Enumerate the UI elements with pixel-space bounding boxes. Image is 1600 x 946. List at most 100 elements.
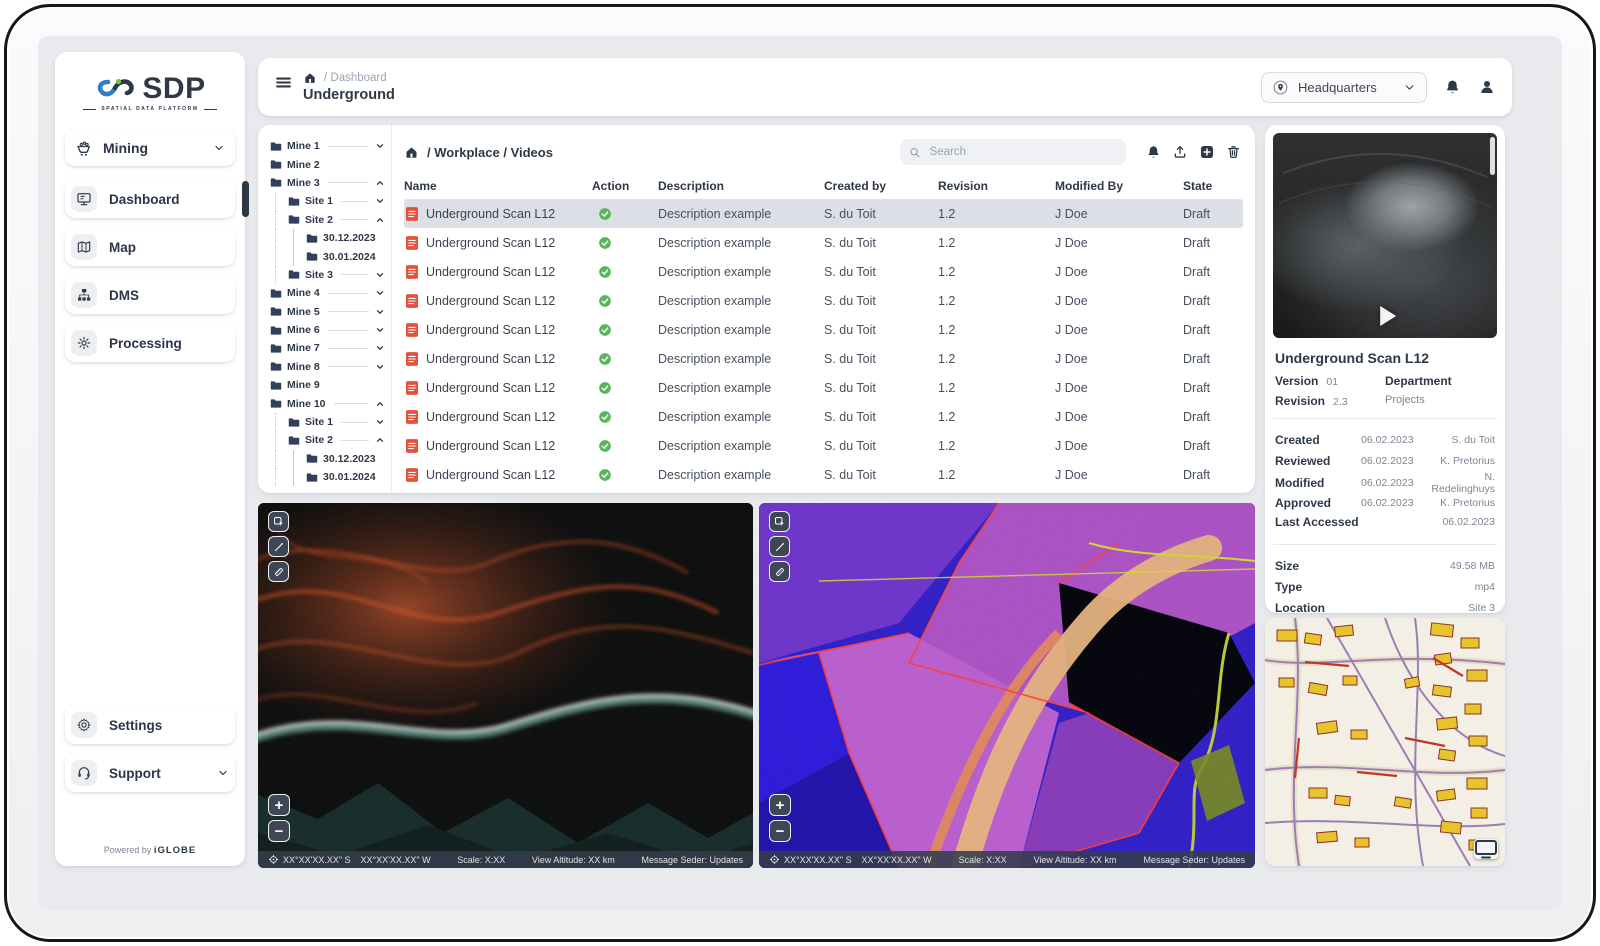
chevron-down-icon[interactable] (375, 362, 385, 372)
document-icon (406, 468, 418, 482)
tree-item[interactable]: Site 1 (266, 192, 385, 210)
sidebar-item-dms[interactable]: DMS (65, 276, 235, 314)
table-row[interactable]: Underground Scan L12Description exampleS… (404, 257, 1243, 286)
table-row[interactable]: Underground Scan L12Description exampleS… (404, 373, 1243, 402)
column-header[interactable]: Created by (824, 179, 938, 193)
viewer-altitude: View Altitude: XX km (1034, 855, 1117, 865)
breadcrumb[interactable]: / Dashboard (324, 72, 387, 84)
select-icon[interactable] (769, 511, 790, 532)
tree-item[interactable]: Site 3 (266, 266, 385, 284)
map-canvas[interactable] (1265, 618, 1505, 866)
workspace-selector[interactable]: Mining (65, 130, 235, 166)
zoom-out-icon[interactable]: − (268, 820, 290, 842)
upload-icon[interactable] (1172, 144, 1188, 160)
table-row[interactable]: Underground Scan L12Description exampleS… (404, 199, 1243, 228)
tree-item[interactable]: Mine 3 (266, 174, 385, 192)
chevron-down-icon[interactable] (375, 417, 385, 427)
bell-icon[interactable] (1444, 78, 1461, 96)
tree-item[interactable]: Site 1 (266, 413, 385, 431)
table-row[interactable]: Underground Scan L12Description exampleS… (404, 315, 1243, 344)
leader-line (328, 330, 369, 331)
cell-created-by: S. du Toit (824, 265, 938, 279)
play-icon[interactable] (1380, 306, 1396, 326)
chevron-down-icon[interactable] (375, 343, 385, 353)
tree-item[interactable]: Mine 6 (266, 321, 385, 339)
search-input[interactable] (928, 145, 1117, 159)
folder-icon (306, 251, 318, 262)
column-header[interactable]: Action (592, 179, 658, 193)
ruler-icon[interactable] (268, 561, 289, 582)
cell-modified-by: J Doe (1055, 207, 1183, 221)
subscribe-bell-icon[interactable] (1146, 144, 1161, 160)
viewer-geology-model[interactable]: + − XX°XX'XX.XX" S XX°XX'XX.XX" W Scale:… (759, 503, 1255, 868)
chevron-down-icon[interactable] (375, 307, 385, 317)
sidebar-item-dashboard[interactable]: Dashboard (65, 180, 235, 218)
chevron-up-icon[interactable] (375, 435, 385, 445)
tree-item[interactable]: Mine 8 (266, 358, 385, 376)
table-row[interactable]: Underground Scan L12Description exampleS… (404, 460, 1243, 489)
column-header[interactable]: Revision (938, 179, 1055, 193)
column-header[interactable]: Name (404, 179, 592, 193)
chevron-down-icon[interactable] (375, 325, 385, 335)
scrollbar[interactable] (1490, 137, 1495, 175)
search-box[interactable] (900, 139, 1126, 165)
chevron-up-icon[interactable] (375, 215, 385, 225)
approved-check-icon (598, 468, 612, 482)
tree-item[interactable]: Site 2 (266, 431, 385, 449)
menu-icon[interactable] (274, 73, 293, 92)
table-row[interactable]: Underground Scan L12Description exampleS… (404, 228, 1243, 257)
measure-icon[interactable] (268, 536, 289, 557)
tree-item[interactable]: Mine 7 (266, 339, 385, 357)
tree-item[interactable]: Mine 4 (266, 284, 385, 302)
tree-item[interactable]: Site 2 (266, 211, 385, 229)
video-preview[interactable] (1273, 133, 1497, 338)
chevron-up-icon[interactable] (375, 178, 385, 188)
tree-item[interactable]: 30.01.2024 (266, 468, 385, 486)
select-icon[interactable] (268, 511, 289, 532)
cell-state: Draft (1183, 381, 1243, 395)
chevron-down-icon[interactable] (375, 270, 385, 280)
geology-canvas[interactable] (759, 503, 1255, 868)
sidebar-item-support[interactable]: Support (65, 754, 235, 792)
sidebar-item-processing[interactable]: Processing (65, 324, 235, 362)
table-row[interactable]: Underground Scan L12Description exampleS… (404, 402, 1243, 431)
table-row[interactable]: Underground Scan L12Description exampleS… (404, 431, 1243, 460)
delete-icon[interactable] (1226, 144, 1241, 160)
zoom-out-icon[interactable]: − (769, 820, 791, 842)
table-row[interactable]: Underground Scan L12Description exampleS… (404, 344, 1243, 373)
column-header[interactable]: Modified By (1055, 179, 1183, 193)
viewer-toolbar (268, 511, 289, 582)
chevron-down-icon[interactable] (375, 141, 385, 151)
column-header[interactable]: Description (658, 179, 824, 193)
chevron-up-icon[interactable] (375, 399, 385, 409)
sidebar-item-map[interactable]: Map (65, 228, 235, 266)
map-preview[interactable] (1265, 618, 1505, 866)
screen-share-icon[interactable] (1474, 839, 1498, 859)
home-icon[interactable] (303, 71, 317, 85)
file-tree: Mine 1Mine 2Mine 3Site 1Site 230.12.2023… (258, 125, 392, 493)
user-icon[interactable] (1478, 78, 1496, 96)
chevron-down-icon[interactable] (375, 196, 385, 206)
cell-modified-by: J Doe (1055, 439, 1183, 453)
tree-item[interactable]: Mine 2 (266, 155, 385, 173)
ruler-icon[interactable] (769, 561, 790, 582)
zoom-in-icon[interactable]: + (268, 794, 290, 816)
cell-state: Draft (1183, 294, 1243, 308)
tree-item[interactable]: 30.12.2023 (266, 450, 385, 468)
tree-item[interactable]: 30.01.2024 (266, 247, 385, 265)
zoom-in-icon[interactable]: + (769, 794, 791, 816)
tree-item[interactable]: Mine 5 (266, 303, 385, 321)
chevron-down-icon[interactable] (375, 288, 385, 298)
tree-item[interactable]: Mine 9 (266, 376, 385, 394)
sidebar-item-settings[interactable]: Settings (65, 706, 235, 744)
viewer-point-cloud[interactable]: + − XX°XX'XX.XX" S XX°XX'XX.XX" W Scale:… (258, 503, 753, 868)
measure-icon[interactable] (769, 536, 790, 557)
point-cloud-canvas[interactable] (258, 503, 753, 868)
tree-item[interactable]: 30.12.2023 (266, 229, 385, 247)
tree-item[interactable]: Mine 10 (266, 394, 385, 412)
column-header[interactable]: State (1183, 179, 1243, 193)
add-icon[interactable] (1199, 144, 1215, 160)
location-selector[interactable]: Headquarters (1261, 72, 1427, 103)
table-row[interactable]: Underground Scan L12Description exampleS… (404, 286, 1243, 315)
tree-item[interactable]: Mine 1 (266, 137, 385, 155)
